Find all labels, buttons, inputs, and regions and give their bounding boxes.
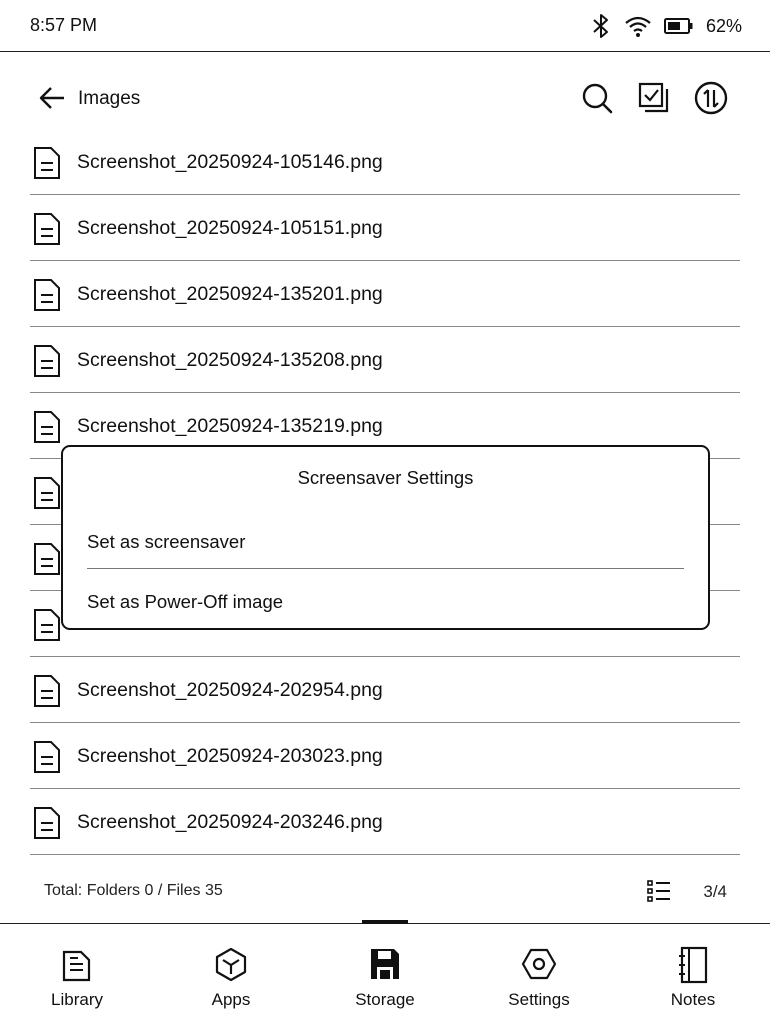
dialog-title: Screensaver Settings — [297, 467, 474, 488]
document-icon — [34, 741, 60, 773]
nav-library[interactable]: Library — [0, 924, 154, 1024]
nav-apps[interactable]: Apps — [154, 924, 308, 1024]
settings-hexagon-icon — [521, 948, 557, 980]
file-name: Screenshot_20250924-135201.png — [77, 283, 383, 305]
status-bar: 8:57 PM 62% — [0, 0, 770, 52]
library-icon — [62, 950, 91, 982]
sort-icon[interactable] — [694, 80, 728, 116]
notes-notebook-icon — [679, 946, 708, 984]
list-item[interactable]: Screenshot_20250924-135208.png — [30, 327, 740, 393]
bluetooth-icon — [593, 14, 608, 38]
document-icon — [34, 609, 60, 641]
set-as-screensaver-option[interactable]: Set as screensaver — [87, 517, 684, 569]
nav-label: Settings — [508, 990, 570, 1009]
battery-icon — [663, 18, 693, 34]
nav-label: Storage — [355, 990, 415, 1009]
file-name: Screenshot_20250924-135219.png — [77, 415, 383, 437]
search-icon[interactable] — [580, 80, 614, 116]
nav-label: Notes — [670, 990, 716, 1009]
storage-save-icon — [371, 949, 399, 979]
status-icons: 62% — [590, 12, 742, 40]
page-indicator[interactable]: 3/4 — [703, 882, 727, 902]
document-icon — [34, 279, 60, 311]
battery-percentage: 62% — [705, 15, 742, 36]
file-name: Screenshot_20250924-135208.png — [77, 349, 383, 371]
file-name: Screenshot_20250924-203023.png — [77, 745, 383, 767]
set-as-poweroff-image-option[interactable]: Set as Power-Off image — [87, 577, 684, 629]
apps-cube-icon — [215, 947, 247, 982]
status-time: 8:57 PM — [30, 15, 98, 35]
screensaver-settings-dialog: Screensaver Settings Set as screensaver … — [61, 445, 710, 630]
back-arrow-icon[interactable] — [36, 82, 68, 114]
list-item[interactable]: Screenshot_20250924-203023.png — [30, 723, 740, 789]
file-count-summary: Total: Folders 0 / Files 35 — [44, 882, 223, 899]
list-item[interactable]: Screenshot_20250924-105146.png — [30, 129, 740, 195]
document-icon — [34, 411, 60, 443]
document-icon — [34, 213, 60, 245]
list-item[interactable]: Screenshot_20250924-202954.png — [30, 657, 740, 723]
document-icon — [34, 477, 60, 509]
document-icon — [34, 807, 60, 839]
document-icon — [34, 345, 60, 377]
document-icon — [34, 147, 60, 179]
document-icon — [34, 675, 60, 707]
page-title: Images — [78, 88, 141, 109]
file-name: Screenshot_20250924-105146.png — [77, 151, 383, 173]
file-name: Screenshot_20250924-203246.png — [77, 811, 383, 833]
bottom-navigation: Library Apps Storage Settings Notes — [0, 920, 770, 1024]
document-icon — [34, 543, 60, 575]
file-name: Screenshot_20250924-202954.png — [77, 679, 383, 701]
list-item[interactable]: Screenshot_20250924-105151.png — [30, 195, 740, 261]
list-item[interactable]: Screenshot_20250924-135201.png — [30, 261, 740, 327]
nav-settings[interactable]: Settings — [462, 924, 616, 1024]
multi-select-icon[interactable] — [637, 80, 671, 116]
nav-label: Library — [51, 990, 103, 1009]
nav-label: Apps — [211, 990, 251, 1009]
nav-storage[interactable]: Storage — [308, 924, 462, 1024]
list-view-icon[interactable] — [646, 878, 672, 904]
wifi-icon — [625, 16, 651, 37]
nav-notes[interactable]: Notes — [616, 924, 770, 1024]
list-item[interactable]: Screenshot_20250924-203246.png — [30, 789, 740, 855]
file-name: Screenshot_20250924-105151.png — [77, 217, 383, 239]
